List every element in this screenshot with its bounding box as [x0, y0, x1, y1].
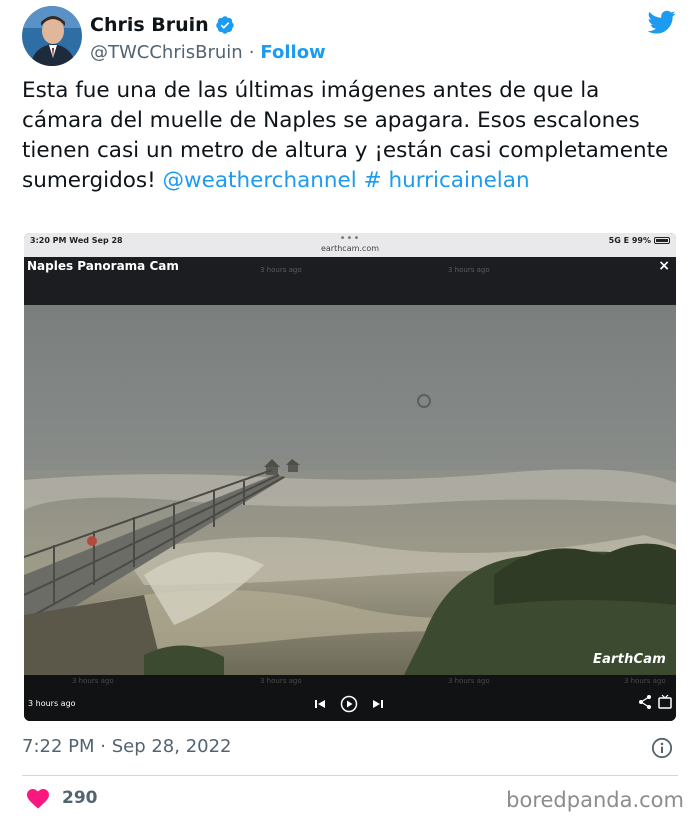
thumb-label: 3 hours ago [72, 677, 114, 685]
pier-storm-photo [24, 305, 676, 675]
battery-icon [654, 237, 670, 244]
playback-controls [314, 695, 384, 713]
tweet-header: Chris Bruin @TWCChrisBruin · Follow [22, 6, 682, 66]
thumb-label: 3 hours ago [260, 266, 302, 274]
more-dots-icon: ••• [339, 233, 361, 244]
follow-button[interactable]: Follow [260, 42, 325, 63]
earthcam-watermark: EarthCam [593, 652, 666, 667]
tweet-text: Esta fue una de las últimas imágenes ant… [22, 76, 682, 196]
cam-controls-bar: 3 hours ago 3 hours ago 3 hours ago 3 ho… [24, 675, 676, 721]
mention-link[interactable]: @weatherchannel [163, 168, 357, 193]
ipad-status-bar: 3:20 PM Wed Sep 28 ••• earthcam.com 5G E… [24, 233, 676, 257]
thumb-label: 3 hours ago [448, 677, 490, 685]
time-ago-label: 3 hours ago [28, 699, 76, 708]
tweet-timestamp[interactable]: 7:22 PM · Sep 28, 2022 [22, 736, 232, 757]
browser-url: earthcam.com [320, 244, 380, 253]
site-watermark: boredpanda.com [506, 788, 684, 812]
avatar[interactable] [22, 6, 82, 66]
share-icon [639, 695, 651, 709]
close-icon: × [658, 258, 670, 274]
play-icon [340, 695, 358, 713]
cam-title: Naples Panorama Cam [27, 259, 179, 273]
battery-status: 5G E 99% [609, 236, 670, 245]
thumb-label: 3 hours ago [260, 677, 302, 685]
skip-back-icon [315, 700, 325, 708]
separator-dot: · [248, 42, 255, 63]
heart-icon[interactable] [26, 787, 50, 809]
author-handle[interactable]: @TWCChrisBruin [90, 42, 243, 63]
thumb-label: 3 hours ago [624, 677, 666, 685]
twitter-bird-icon[interactable] [646, 8, 678, 36]
skip-forward-icon [373, 700, 383, 708]
info-icon[interactable] [651, 737, 673, 759]
thumb-label: 3 hours ago [448, 266, 490, 274]
cam-header: Naples Panorama Cam 3 hours ago 3 hours … [24, 257, 676, 305]
hashtag-link[interactable]: # hurricainelan [357, 168, 530, 193]
tweet-media-image[interactable]: 3:20 PM Wed Sep 28 ••• earthcam.com 5G E… [24, 233, 676, 721]
author-name[interactable]: Chris Bruin [90, 14, 209, 36]
author-info: Chris Bruin @TWCChrisBruin · Follow [90, 12, 326, 63]
like-count: 290 [62, 788, 98, 808]
like-action[interactable]: 290 [26, 787, 98, 809]
share-controls [637, 694, 672, 710]
tv-icon [658, 694, 672, 709]
verified-badge-icon [215, 16, 234, 34]
divider [22, 775, 678, 776]
battery-text: 5G E 99% [608, 236, 651, 245]
